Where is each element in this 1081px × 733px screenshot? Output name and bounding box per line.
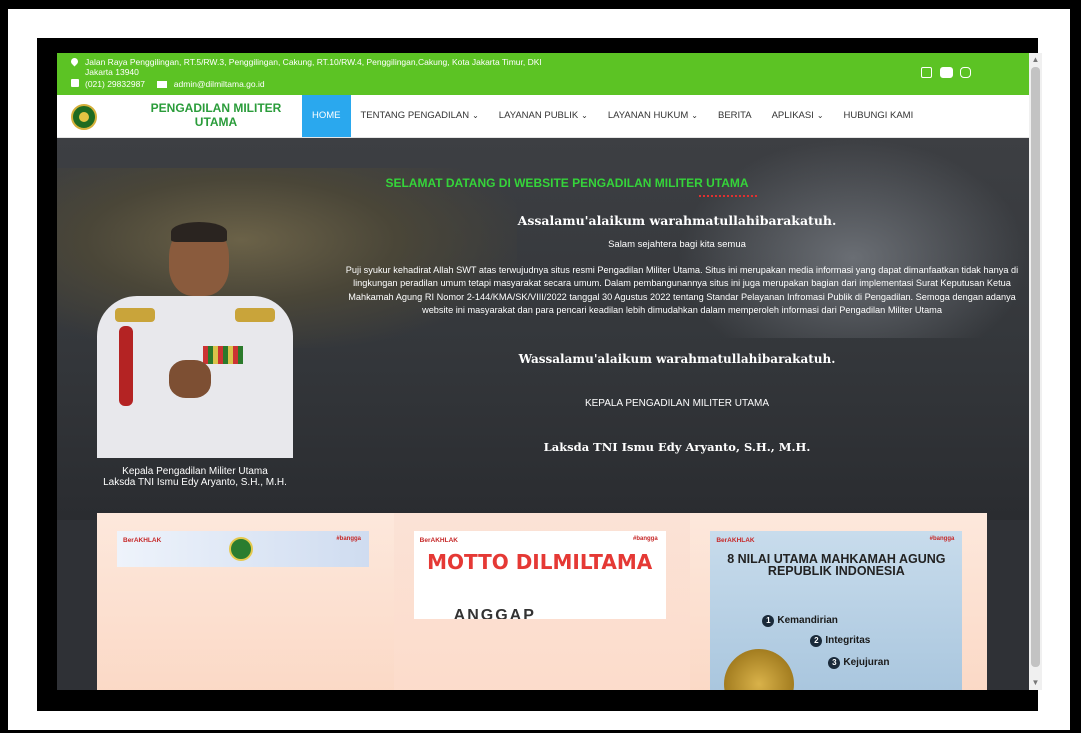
epaulette-right — [235, 308, 275, 322]
mail-icon — [157, 81, 168, 89]
bangga-tag-2: #bangga — [633, 536, 658, 542]
address-text: Jalan Raya Penggilingan, RT.5/RW.3, Peng… — [85, 57, 542, 77]
court-logo[interactable] — [71, 104, 97, 130]
nilai-number: 2 — [810, 635, 823, 647]
scroll-up-arrow-icon[interactable]: ▲ — [1031, 55, 1040, 65]
nilai-item: 2 Integritas — [810, 635, 870, 647]
aiguillette — [119, 326, 133, 406]
chevron-down-icon: ⌄ — [472, 111, 479, 120]
portrait-hand — [169, 360, 211, 398]
berakhlak-tag-3: BerAKHLAK — [716, 537, 755, 544]
nav-item-label: HOME — [312, 110, 341, 121]
chevron-down-icon: ⌄ — [691, 111, 698, 120]
nav-item-label: HUBUNGI KAMI — [843, 110, 914, 121]
court-seal-icon — [229, 537, 253, 561]
welcome-heading: SELAMAT DATANG DI WEBSITE PENGADILAN MIL… — [385, 176, 749, 190]
facebook-icon[interactable] — [921, 67, 933, 78]
card-motto[interactable]: BerAKHLAK #bangga MOTTO DILMILTAMA ANGGA… — [393, 513, 691, 690]
bangga-tag: #bangga — [336, 536, 361, 542]
hero-section: Kepala Pengadilan Militer Utama Laksda T… — [57, 138, 1029, 520]
kepala-name: Laksda TNI Ismu Edy Aryanto, S.H., M.H. — [543, 440, 811, 454]
nilai-label: Kejujuran — [843, 657, 890, 668]
nilai-title: 8 NILAI UTAMA MAHKAMAH AGUNG REPUBLIK IN… — [727, 552, 946, 578]
nilai-number: 3 — [828, 657, 841, 669]
epaulette-left — [115, 308, 155, 322]
phone-text: (021) 29832987 — [85, 79, 146, 89]
photo-caption: Kepala Pengadilan Militer Utama Laksda T… — [65, 466, 325, 488]
berakhlak-tag: BerAKHLAK — [123, 537, 162, 544]
youtube-icon[interactable] — [939, 67, 953, 78]
instagram-icon[interactable] — [960, 67, 971, 78]
motto-subtitle: ANGGAP — [453, 607, 536, 619]
spellcheck-underline — [699, 191, 757, 197]
nav-item-layanan-publik[interactable]: LAYANAN PUBLIK ⌄ — [489, 95, 598, 137]
nav-item-label: BERITA — [717, 110, 752, 121]
nilai-item: 3 Kejujuran — [828, 657, 889, 669]
nav-item-tentang-pengadilan[interactable]: TENTANG PENGADILAN ⌄ — [351, 95, 489, 137]
scroll-thumb[interactable] — [1031, 67, 1040, 667]
greeting-subtext: Salam sejahtera bagi kita semua — [608, 239, 746, 250]
berakhlak-tag-2: BerAKHLAK — [419, 537, 458, 544]
berakhlak-banner[interactable]: BerAKHLAK #bangga — [117, 531, 369, 567]
nav-item-aplikasi[interactable]: APLIKASI ⌄ — [762, 95, 834, 137]
mahkamah-seal-icon — [724, 649, 795, 690]
nav-item-label: LAYANAN PUBLIK — [498, 110, 579, 121]
contact-line: (021) 29832987 admin@dilmiltama.go.id — [85, 79, 265, 89]
caption-line-1: Kepala Pengadilan Militer Utama — [122, 466, 268, 477]
nav-item-home[interactable]: HOME — [302, 95, 351, 137]
map-pin-icon — [69, 56, 80, 67]
nilai-banner[interactable]: BerAKHLAK #bangga 8 NILAI UTAMA MAHKAMAH… — [710, 531, 963, 690]
brand-name[interactable]: PENGADILAN MILITER UTAMA — [141, 101, 291, 129]
nilai-label: Kemandirian — [777, 615, 838, 626]
nav-item-label: APLIKASI — [771, 110, 814, 121]
welcome-paragraph: Puji syukur kehadirat Allah SWT atas ter… — [345, 265, 1019, 316]
kepala-title: KEPALA PENGADILAN MILITER UTAMA — [584, 398, 770, 409]
nav-menu: HOME TENTANG PENGADILAN ⌄ LAYANAN PUBLIK ⌄ LA… — [302, 95, 923, 137]
greeting-heading: Assalamu'alaikum warahmatullahibarakatuh… — [517, 213, 837, 228]
top-info-bar: Jalan Raya Penggilingan, RT.5/RW.3, Peng… — [57, 53, 1029, 95]
banner-cards: BerAKHLAK #bangga BerAKHLAK #bangga MOTT… — [97, 513, 988, 690]
phone-icon — [71, 79, 79, 87]
closing-greeting: Wassalamu'alaikum warahmatullahibarakatu… — [518, 352, 836, 366]
nav-item-berita[interactable]: BERITA — [708, 95, 762, 137]
card-berakhlak[interactable]: BerAKHLAK #bangga — [97, 513, 394, 690]
card-nilai[interactable]: BerAKHLAK #bangga 8 NILAI UTAMA MAHKAMAH… — [690, 513, 988, 690]
kepala-photo — [85, 218, 305, 458]
nav-item-label: LAYANAN HUKUM — [607, 110, 689, 121]
social-links — [916, 67, 971, 80]
nilai-label: Integritas — [825, 635, 871, 646]
nav-item-layanan-hukum[interactable]: LAYANAN HUKUM ⌄ — [598, 95, 708, 137]
scroll-down-arrow-icon[interactable]: ▼ — [1031, 678, 1040, 688]
browser-viewport: Jalan Raya Penggilingan, RT.5/RW.3, Peng… — [57, 53, 1029, 690]
main-navbar: PENGADILAN MILITER UTAMA HOME TENTANG PEN… — [57, 95, 1029, 138]
medal-ribbons — [203, 346, 243, 364]
caption-line-2: Laksda TNI Ismu Edy Aryanto, S.H., M.H. — [103, 477, 287, 488]
nilai-item: 1 Kemandirian — [762, 615, 838, 627]
portrait-hair — [171, 222, 227, 242]
nilai-number: 1 — [762, 615, 775, 627]
motto-banner[interactable]: BerAKHLAK #bangga MOTTO DILMILTAMA ANGGA… — [413, 531, 666, 619]
nav-item-hubungi-kami[interactable]: HUBUNGI KAMI — [834, 95, 924, 137]
email-link[interactable]: admin@dilmiltama.go.id — [174, 79, 265, 89]
vertical-scrollbar[interactable]: ▲ ▼ — [1029, 53, 1042, 690]
chevron-down-icon: ⌄ — [816, 111, 824, 120]
bangga-tag-3: #bangga — [929, 536, 955, 542]
motto-title: MOTTO DILMILTAMA — [427, 550, 653, 574]
nav-item-label: TENTANG PENGADILAN — [360, 110, 470, 121]
chevron-down-icon: ⌄ — [581, 111, 588, 120]
